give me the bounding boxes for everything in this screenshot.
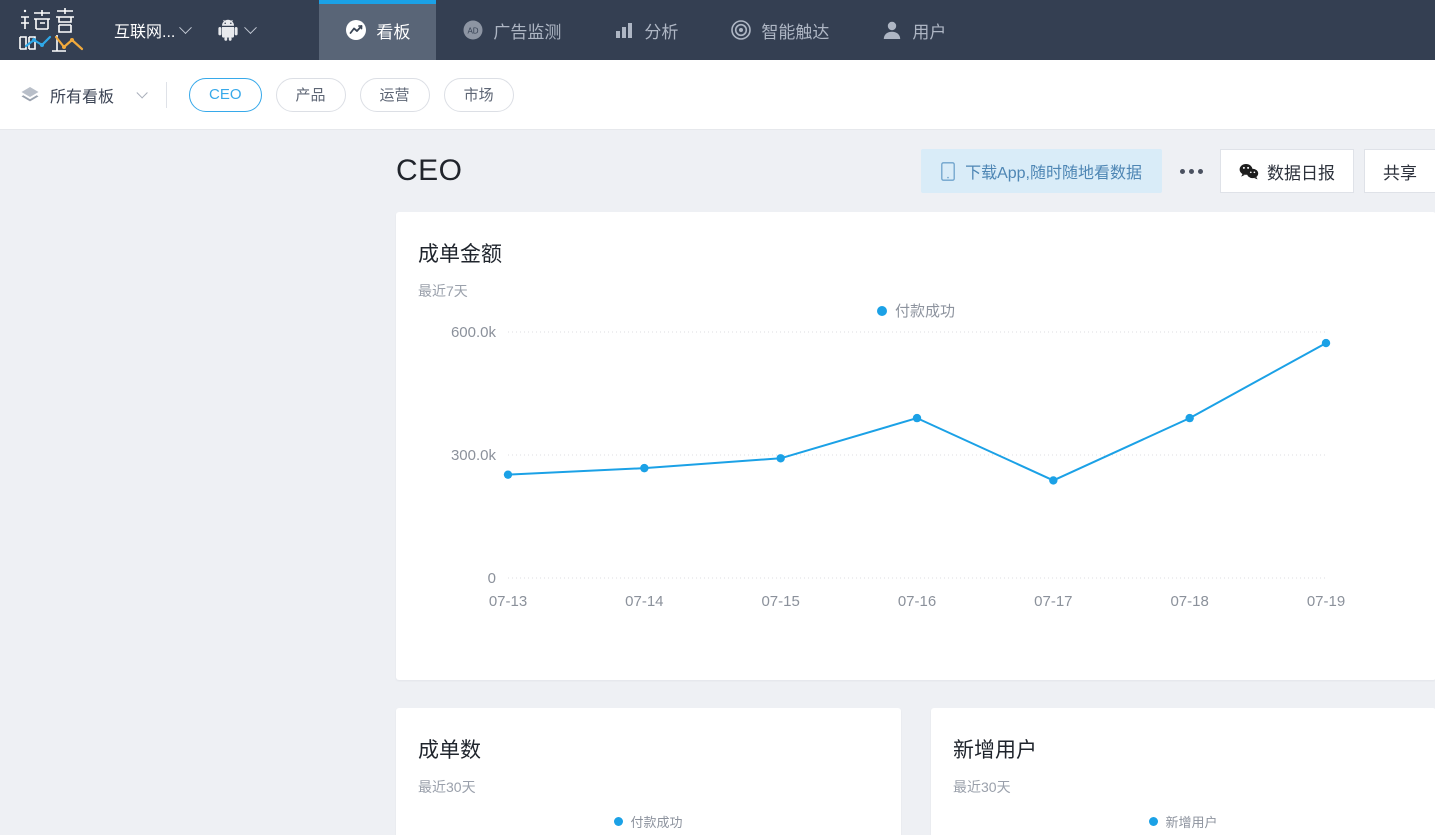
wechat-icon [1239,163,1259,179]
legend-label: 新增用户 [1165,815,1218,830]
svg-text:600.0k: 600.0k [451,324,497,341]
nav-item-smart-reach[interactable]: 智能触达 [704,0,855,60]
dot-icon [1188,168,1194,174]
nav-item-dashboard[interactable]: 看板 [319,0,437,60]
pill-product[interactable]: 产品 [275,77,346,112]
pill-label: 市场 [463,87,494,104]
nav-label: 看板 [376,22,411,42]
card-title: 成单数 [418,739,481,762]
share-label: 共享 [1383,163,1417,183]
card-subtitle: 最近30天 [953,779,1011,795]
main-content-area: CEO 下载App,随时随地看数据 数据日报 共享 成单金额 最近7天 付款成功… [0,130,1435,835]
data-report-button[interactable]: 数据日报 [1220,149,1354,193]
board-selector-label: 所有看板 [50,88,115,106]
svg-text:07-14: 07-14 [625,593,663,610]
layers-icon [21,86,39,101]
legend-dot-icon [1149,817,1159,826]
card-order-count: 成单数 最近30天 付款成功 [396,708,901,835]
svg-text:07-15: 07-15 [761,593,799,610]
share-button[interactable]: 共享 [1364,149,1435,193]
download-app-label: 下载App,随时随地看数据 [965,165,1142,182]
bar-chart-icon [616,23,633,38]
download-app-banner[interactable]: 下载App,随时随地看数据 [921,149,1162,193]
chevron-down-icon [244,20,258,34]
chart-legend[interactable]: 付款成功 [396,812,901,831]
chart-legend[interactable]: 付款成功 [396,300,1435,321]
chevron-down-icon [136,86,148,99]
bottom-card-row: 成单数 最近30天 付款成功 新增用户 最近30天 新增用户 [396,708,1435,835]
org-selector-label: 互联网... [114,24,176,41]
legend-label: 付款成功 [630,815,683,830]
dot-icon [1179,168,1185,174]
dot-icon [1197,168,1203,174]
dashboard-icon [346,20,367,40]
nav-label: 用户 [912,22,947,42]
page-title: CEO [396,154,463,187]
user-icon [884,21,901,39]
svg-text:AD: AD [468,26,479,35]
card-order-amount: 成单金额 最近7天 付款成功 0 300.0k 600.0k 07-13 07-14 07… [396,212,1435,680]
pill-label: CEO [209,86,242,103]
nav-label: 广告监测 [493,22,562,42]
pill-label: 产品 [295,87,326,104]
legend-label: 付款成功 [894,303,955,320]
nav-item-analysis[interactable]: 分析 [587,0,704,60]
pill-ceo[interactable]: CEO [189,77,262,112]
nav-item-ad-monitor[interactable]: AD 广告监测 [436,0,587,60]
zhuge-logo-icon [19,8,84,52]
legend-dot-icon [614,817,624,826]
nav-item-users[interactable]: 用户 [855,0,972,60]
card-new-users: 新增用户 最近30天 新增用户 [931,708,1435,835]
board-selector[interactable]: 所有看板 [20,83,148,107]
mobile-phone-icon [941,161,955,181]
more-options-button[interactable] [1162,149,1220,193]
card-header: 成单金额 最近7天 [396,212,1435,301]
svg-text:07-19: 07-19 [1307,593,1345,610]
pill-operations[interactable]: 运营 [359,77,430,112]
app-logo[interactable] [0,0,100,60]
card-title: 成单金额 [418,243,502,266]
card-header: 新增用户 最近30天 [931,708,1435,797]
svg-text:07-17: 07-17 [1034,593,1072,610]
chevron-down-icon [179,20,193,34]
top-navigation-bar: 互联网... 看板 AD 广告监测 分析 智能触达 用户 [0,0,1435,60]
board-toolbar: 所有看板 CEO 产品 运营 市场 [0,60,1435,130]
page-header: CEO 下载App,随时随地看数据 数据日报 共享 [396,130,1435,212]
main-nav-items: 看板 AD 广告监测 分析 智能触达 用户 [319,0,972,60]
toolbar-divider [166,81,168,108]
page-header-actions: 下载App,随时随地看数据 数据日报 共享 [921,149,1435,193]
dashboard-content: CEO 下载App,随时随地看数据 数据日报 共享 成单金额 最近7天 付款成功… [396,130,1435,835]
pill-label: 运营 [379,87,410,104]
legend-dot-icon [876,305,887,316]
nav-label: 智能触达 [761,22,830,42]
chart-legend[interactable]: 新增用户 [931,812,1435,831]
board-category-pills: CEO 产品 运营 市场 [189,77,514,112]
card-subtitle: 最近30天 [418,779,476,795]
svg-text:07-18: 07-18 [1170,593,1208,610]
line-chart-plot[interactable]: 0 300.0k 600.0k 07-13 07-14 07-15 07-16 07-17 07… [396,322,1435,612]
ad-icon: AD [463,20,483,40]
pill-market[interactable]: 市场 [443,77,514,112]
data-report-label: 数据日报 [1267,163,1335,183]
target-icon [731,20,752,40]
svg-text:07-16: 07-16 [898,593,936,610]
card-header: 成单数 最近30天 [396,708,901,797]
svg-text:07-13: 07-13 [489,593,527,610]
platform-selector[interactable] [204,19,269,41]
svg-text:0: 0 [488,570,496,587]
org-selector[interactable]: 互联网... [100,18,204,42]
android-icon [218,19,238,41]
card-subtitle: 最近7天 [418,283,468,299]
nav-label: 分析 [644,22,679,42]
svg-text:300.0k: 300.0k [451,447,497,464]
card-title: 新增用户 [953,739,1037,762]
